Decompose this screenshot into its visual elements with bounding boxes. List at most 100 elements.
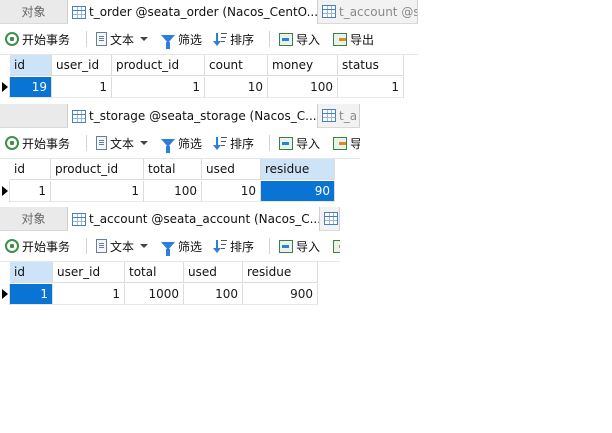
text-button[interactable]: 文本 <box>96 128 149 158</box>
tab-objects[interactable]: 对象 <box>0 0 68 23</box>
column-header-product-id[interactable]: product_id <box>51 159 144 180</box>
table-cell[interactable]: 100 <box>184 284 243 305</box>
column-header-used[interactable]: used <box>184 262 243 283</box>
tab-bar: t_storage @seata_storage (Nacos_C... t_a <box>0 104 360 128</box>
tab-next[interactable] <box>320 207 340 230</box>
current-row-indicator <box>0 284 10 305</box>
chevron-down-icon <box>140 37 149 41</box>
table-cell[interactable]: 1 <box>51 181 144 202</box>
export-button[interactable]: 导出 <box>333 24 374 54</box>
column-header-total[interactable]: total <box>144 159 202 180</box>
t-account-panel: 对象 t_account @seata_account (Nacos_C... … <box>0 207 340 307</box>
toolbar: 开始事务 文本 筛选 排序 导入 <box>0 231 340 262</box>
table-cell[interactable]: 19 <box>10 77 52 98</box>
import-button[interactable]: 导入 <box>279 231 320 261</box>
table-cell[interactable]: 1 <box>112 77 205 98</box>
tab-label: t_account @s <box>339 4 418 19</box>
table-cell[interactable]: 900 <box>243 284 318 305</box>
filter-button[interactable]: 筛选 <box>161 24 202 54</box>
column-header-id[interactable]: id <box>10 159 51 180</box>
table-row[interactable]: 1 1 100 10 90 <box>0 181 335 202</box>
table-cell[interactable]: 1 <box>338 77 404 98</box>
export-button[interactable]: 导 <box>333 128 360 158</box>
table-cell[interactable]: 1 <box>53 284 125 305</box>
toolbar-divider <box>269 238 270 254</box>
table-row[interactable]: 19 1 1 10 100 1 <box>0 77 404 98</box>
tab-t-account[interactable]: t_account @seata_account (Nacos_C... <box>68 207 320 231</box>
column-header-residue[interactable]: residue <box>261 159 335 180</box>
begin-transaction-button[interactable]: 开始事务 <box>5 231 70 261</box>
button-label: 筛选 <box>178 136 203 151</box>
sort-icon <box>213 239 227 253</box>
current-row-indicator <box>0 181 10 202</box>
transaction-icon <box>5 32 19 46</box>
sort-icon <box>213 32 227 46</box>
header-row: id user_id product_id count money status <box>0 55 404 76</box>
tab-t-order[interactable]: t_order @seata_order (Nacos_CentO... <box>68 0 318 24</box>
sort-button[interactable]: 排序 <box>213 24 254 54</box>
tab-label: t_account @seata_account (Nacos_C... <box>89 212 320 226</box>
import-button[interactable]: 导入 <box>279 128 320 158</box>
column-header-count[interactable]: count <box>205 55 268 76</box>
column-header-id[interactable]: id <box>10 55 52 76</box>
column-header-money[interactable]: money <box>268 55 338 76</box>
tab-t-account[interactable]: t_a <box>318 104 360 127</box>
table-cell[interactable]: 1000 <box>125 284 184 305</box>
button-label: 筛选 <box>178 239 203 254</box>
button-label: 文本 <box>110 239 135 254</box>
button-label: 筛选 <box>178 32 203 47</box>
table-cell[interactable]: 10 <box>205 77 268 98</box>
sort-icon <box>213 136 227 150</box>
chevron-down-icon <box>140 244 149 248</box>
row-indicator-header <box>0 159 10 180</box>
column-header-user-id[interactable]: user_id <box>53 262 125 283</box>
button-label: 导入 <box>296 136 321 151</box>
text-button[interactable]: 文本 <box>96 24 149 54</box>
chevron-down-icon <box>140 141 149 145</box>
sort-button[interactable]: 排序 <box>213 128 254 158</box>
import-icon <box>279 136 293 150</box>
tab-label: 对象 <box>21 212 46 226</box>
t-order-panel: 对象 t_order @seata_order (Nacos_CentO... … <box>0 0 418 100</box>
column-header-residue[interactable]: residue <box>243 262 318 283</box>
table-cell[interactable]: 100 <box>268 77 338 98</box>
export-icon <box>333 136 347 150</box>
table-cell[interactable]: 10 <box>202 181 261 202</box>
column-header-id[interactable]: id <box>10 262 53 283</box>
export-icon <box>333 32 347 46</box>
tab-label: t_order @seata_order (Nacos_CentO... <box>89 5 318 19</box>
tab-objects[interactable]: 对象 <box>0 207 68 230</box>
import-button[interactable]: 导入 <box>279 24 320 54</box>
export-button[interactable] <box>333 231 340 261</box>
transaction-icon <box>5 239 19 253</box>
transaction-icon <box>5 136 19 150</box>
column-header-total[interactable]: total <box>125 262 184 283</box>
table-row[interactable]: 1 1 1000 100 900 <box>0 284 318 305</box>
begin-transaction-button[interactable]: 开始事务 <box>5 128 70 158</box>
table-cell[interactable]: 1 <box>10 181 51 202</box>
filter-button[interactable]: 筛选 <box>161 128 202 158</box>
column-header-status[interactable]: status <box>338 55 404 76</box>
table-icon <box>72 5 86 19</box>
column-header-user-id[interactable]: user_id <box>52 55 112 76</box>
table-cell[interactable]: 1 <box>52 77 112 98</box>
column-header-product-id[interactable]: product_id <box>112 55 205 76</box>
tab-objects[interactable] <box>0 104 68 127</box>
sort-button[interactable]: 排序 <box>213 231 254 261</box>
button-label: 排序 <box>230 239 255 254</box>
text-button[interactable]: 文本 <box>96 231 149 261</box>
table-cell[interactable]: 100 <box>144 181 202 202</box>
filter-button[interactable]: 筛选 <box>161 231 202 261</box>
t-storage-panel: t_storage @seata_storage (Nacos_C... t_a… <box>0 104 360 204</box>
tab-t-account[interactable]: t_account @s <box>318 0 418 23</box>
document-icon <box>96 239 107 253</box>
begin-transaction-button[interactable]: 开始事务 <box>5 24 70 54</box>
button-label: 导入 <box>296 239 321 254</box>
filter-icon <box>161 35 175 49</box>
toolbar-divider <box>86 31 87 47</box>
table-cell[interactable]: 1 <box>10 284 53 305</box>
tab-t-storage[interactable]: t_storage @seata_storage (Nacos_C... <box>68 104 318 128</box>
table-cell[interactable]: 90 <box>261 181 335 202</box>
column-header-used[interactable]: used <box>202 159 261 180</box>
button-label: 开始事务 <box>22 32 71 47</box>
